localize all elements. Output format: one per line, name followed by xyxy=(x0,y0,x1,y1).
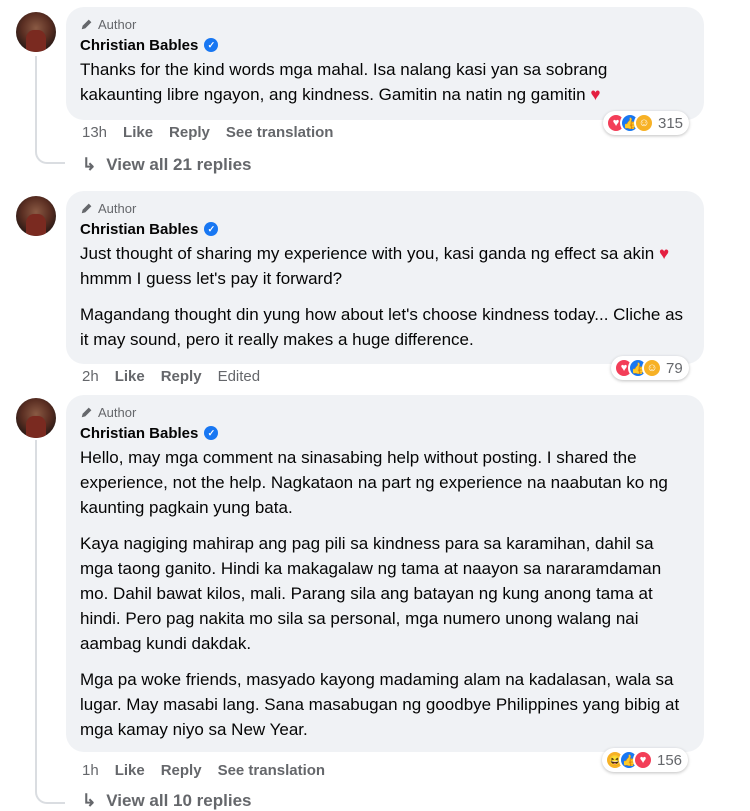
view-replies-link[interactable]: ↳ View all 10 replies xyxy=(82,791,251,811)
comment-bubble: Author Christian Bables ✓ Hello, may mga… xyxy=(66,395,704,752)
commenter-name[interactable]: Christian Bables xyxy=(80,425,198,442)
avatar[interactable] xyxy=(16,398,56,438)
like-button[interactable]: Like xyxy=(115,762,145,779)
comment-bubble: Author Christian Bables ✓ Just thought o… xyxy=(66,191,704,364)
author-badge-label: Author xyxy=(98,404,137,420)
view-replies-label: View all 21 replies xyxy=(106,155,252,174)
author-badge-label: Author xyxy=(98,16,137,32)
edited-label: Edited xyxy=(217,368,261,385)
reaction-count: 79 xyxy=(666,359,683,377)
author-badge: Author xyxy=(80,15,690,33)
reply-arrow-icon: ↳ xyxy=(82,155,97,174)
timestamp[interactable]: 2h xyxy=(82,368,99,385)
reply-arrow-icon: ↳ xyxy=(82,791,97,810)
comment-actions: 2h Like Reply Edited xyxy=(82,368,260,385)
like-button[interactable]: Like xyxy=(115,368,145,385)
timestamp[interactable]: 1h xyxy=(82,762,99,779)
reaction-summary[interactable]: ♥ 👍 ☺ 315 xyxy=(603,111,690,135)
thread-line xyxy=(35,56,65,164)
thread-line xyxy=(35,440,65,804)
heart-icon: ♥ xyxy=(590,85,601,104)
comment-text: Mga pa woke friends, masyado kayong mada… xyxy=(80,670,680,739)
reaction-count: 156 xyxy=(657,751,683,769)
comment-text: Magandang thought din yung how about let… xyxy=(80,305,684,349)
reply-button[interactable]: Reply xyxy=(169,124,210,141)
care-reaction-icon: ☺ xyxy=(642,358,662,378)
reply-button[interactable]: Reply xyxy=(161,368,202,385)
comment-text: Just thought of sharing my experience wi… xyxy=(80,244,670,288)
view-replies-link[interactable]: ↳ View all 21 replies xyxy=(82,155,251,175)
comment-actions: 13h Like Reply See translation xyxy=(82,124,333,141)
comment-actions: 1h Like Reply See translation xyxy=(82,762,325,779)
avatar[interactable] xyxy=(16,12,56,52)
comment-text: Hello, may mga comment na sinasabing hel… xyxy=(80,448,668,517)
author-badge: Author xyxy=(80,199,690,217)
verified-icon: ✓ xyxy=(204,38,219,52)
pencil-icon xyxy=(81,407,92,418)
comment-bubble: Author Christian Bables ✓ Thanks for the… xyxy=(66,7,704,120)
love-reaction-icon: ♥ xyxy=(633,750,653,770)
pencil-icon xyxy=(81,203,92,214)
reaction-count: 315 xyxy=(658,114,684,132)
commenter-name[interactable]: Christian Bables xyxy=(80,221,198,238)
author-badge-label: Author xyxy=(98,200,137,216)
verified-icon: ✓ xyxy=(204,426,219,440)
see-translation-button[interactable]: See translation xyxy=(218,762,326,779)
view-replies-label: View all 10 replies xyxy=(106,791,252,810)
verified-icon: ✓ xyxy=(204,222,219,236)
like-button[interactable]: Like xyxy=(123,124,153,141)
author-badge: Author xyxy=(80,403,690,421)
care-reaction-icon: ☺ xyxy=(634,113,654,133)
comment-text: Thanks for the kind words mga mahal. Isa… xyxy=(80,60,608,104)
timestamp[interactable]: 13h xyxy=(82,124,107,141)
reaction-summary[interactable]: 😆 👍 ♥ 156 xyxy=(602,748,689,772)
heart-icon: ♥ xyxy=(658,244,670,263)
see-translation-button[interactable]: See translation xyxy=(226,124,334,141)
avatar[interactable] xyxy=(16,196,56,236)
commenter-name[interactable]: Christian Bables xyxy=(80,37,198,54)
pencil-icon xyxy=(81,19,92,30)
reaction-summary[interactable]: ♥ 👍 ☺ 79 xyxy=(611,356,689,380)
comment-text: Kaya nagiging mahirap ang pag pili sa ki… xyxy=(80,534,662,653)
reply-button[interactable]: Reply xyxy=(161,762,202,779)
